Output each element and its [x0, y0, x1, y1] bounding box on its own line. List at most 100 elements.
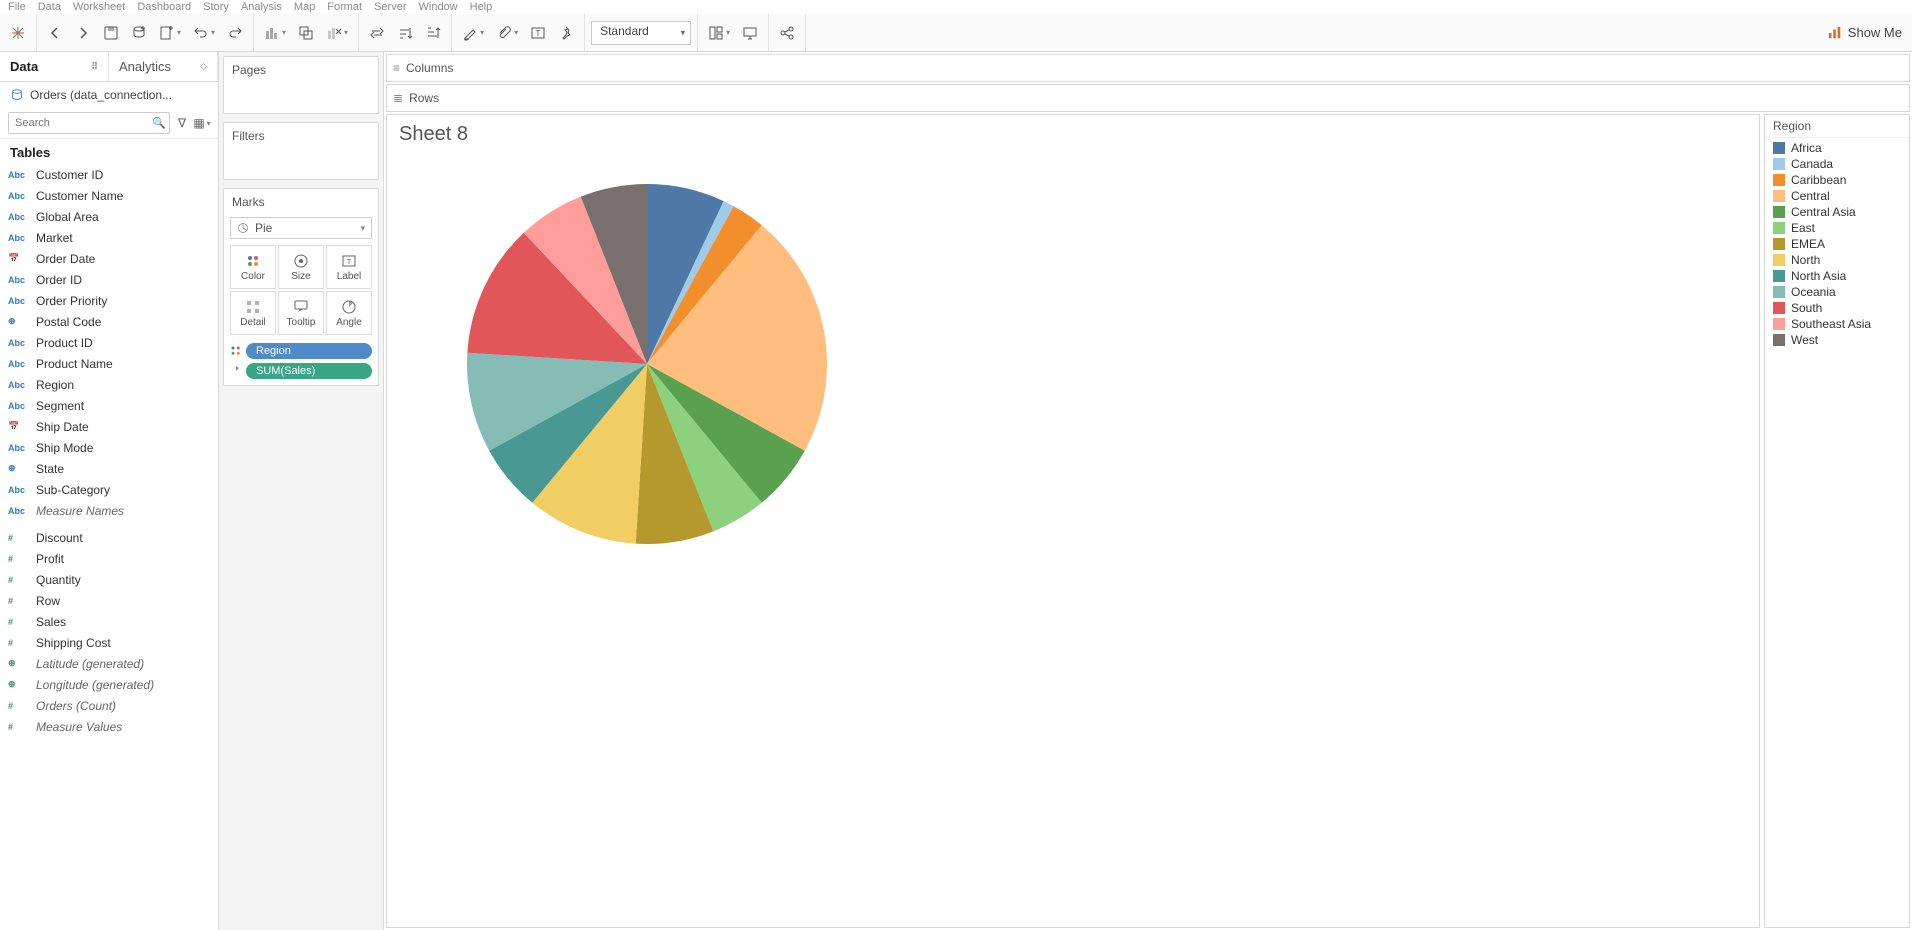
mark-type-select[interactable]: Pie — [230, 217, 372, 239]
new-sheet-icon[interactable]: ▾ — [155, 21, 185, 45]
legend-item-southeast-asia[interactable]: Southeast Asia — [1765, 316, 1909, 332]
field-ship-mode[interactable]: AbcShip Mode — [0, 437, 218, 458]
mark-detail[interactable]: Detail — [230, 291, 276, 335]
tab-analytics[interactable]: Analytics◇ — [109, 52, 218, 81]
field-profit[interactable]: #Profit — [0, 548, 218, 569]
tab-data[interactable]: Data⠿ — [0, 52, 109, 81]
legend-item-emea[interactable]: EMEA — [1765, 236, 1909, 252]
field-sub-category[interactable]: AbcSub-Category — [0, 479, 218, 500]
redo-icon[interactable] — [223, 21, 247, 45]
mark-size[interactable]: Size — [278, 245, 324, 289]
legend-item-north-asia[interactable]: North Asia — [1765, 268, 1909, 284]
field-measure-values[interactable]: #Measure Values — [0, 716, 218, 737]
filter-icon[interactable]: ∇ — [174, 115, 190, 131]
mark-color[interactable]: Color — [230, 245, 276, 289]
mark-tooltip[interactable]: Tooltip — [278, 291, 324, 335]
field-longitude-generated-[interactable]: ⊕Longitude (generated) — [0, 674, 218, 695]
legend-item-central-asia[interactable]: Central Asia — [1765, 204, 1909, 220]
field-order-date[interactable]: 📅Order Date — [0, 248, 218, 269]
menu-worksheet[interactable]: Worksheet — [73, 1, 125, 13]
attach-icon[interactable]: ▾ — [492, 21, 522, 45]
back-icon[interactable] — [43, 21, 67, 45]
columns-icon: ≡ — [393, 61, 400, 75]
field-list[interactable]: AbcCustomer IDAbcCustomer NameAbcGlobal … — [0, 164, 218, 930]
menu-format[interactable]: Format — [327, 1, 362, 13]
pill-sum-sales[interactable]: SUM(Sales) — [230, 363, 372, 379]
field-segment[interactable]: AbcSegment — [0, 395, 218, 416]
field-order-priority[interactable]: AbcOrder Priority — [0, 290, 218, 311]
forward-icon[interactable] — [71, 21, 95, 45]
pill-region[interactable]: Region — [230, 343, 372, 359]
view-icon[interactable]: ▦▾ — [194, 115, 210, 131]
mark-angle[interactable]: Angle — [326, 291, 372, 335]
legend-item-canada[interactable]: Canada — [1765, 156, 1909, 172]
field-latitude-generated-[interactable]: ⊕Latitude (generated) — [0, 653, 218, 674]
field-shipping-cost[interactable]: #Shipping Cost — [0, 632, 218, 653]
legend-item-east[interactable]: East — [1765, 220, 1909, 236]
rows-shelf[interactable]: ≣ Rows — [386, 84, 1910, 112]
field-product-name[interactable]: AbcProduct Name — [0, 353, 218, 374]
field-ship-date[interactable]: 📅Ship Date — [0, 416, 218, 437]
sort-asc-icon[interactable] — [393, 21, 417, 45]
field-postal-code[interactable]: ⊕Postal Code — [0, 311, 218, 332]
undo-icon[interactable]: ▾ — [189, 21, 219, 45]
new-datasource-icon[interactable] — [127, 21, 151, 45]
datasource-row[interactable]: Orders (data_connection... — [0, 82, 218, 108]
swap-axes-icon[interactable] — [365, 21, 389, 45]
menu-help[interactable]: Help — [470, 1, 493, 13]
field-state[interactable]: ⊕State — [0, 458, 218, 479]
tableau-logo-icon[interactable] — [6, 21, 30, 45]
field-sales[interactable]: #Sales — [0, 611, 218, 632]
pages-shelf[interactable]: Pages — [223, 56, 379, 114]
field-region[interactable]: AbcRegion — [0, 374, 218, 395]
menu-file[interactable]: File — [8, 1, 26, 13]
legend-item-west[interactable]: West — [1765, 332, 1909, 348]
duplicate-icon[interactable] — [294, 21, 318, 45]
clear-icon[interactable]: ▾ — [322, 21, 352, 45]
rows-icon: ≣ — [393, 91, 403, 105]
menu-server[interactable]: Server — [374, 1, 406, 13]
field-market[interactable]: AbcMarket — [0, 227, 218, 248]
field-global-area[interactable]: AbcGlobal Area — [0, 206, 218, 227]
menu-map[interactable]: Map — [294, 1, 315, 13]
show-me-button[interactable]: Show Me — [1818, 25, 1912, 40]
sort-desc-icon[interactable] — [421, 21, 445, 45]
menu-data[interactable]: Data — [38, 1, 61, 13]
legend-item-caribbean[interactable]: Caribbean — [1765, 172, 1909, 188]
field-orders-count-[interactable]: #Orders (Count) — [0, 695, 218, 716]
mark-label[interactable]: TLabel — [326, 245, 372, 289]
field-customer-name[interactable]: AbcCustomer Name — [0, 185, 218, 206]
pie-chart[interactable] — [437, 164, 857, 584]
filters-shelf[interactable]: Filters — [223, 122, 379, 180]
dashboard-icon[interactable]: ▾ — [704, 21, 734, 45]
field-measure-names[interactable]: AbcMeasure Names — [0, 500, 218, 521]
color-shelf-icon — [230, 345, 242, 357]
legend-item-oceania[interactable]: Oceania — [1765, 284, 1909, 300]
legend-item-africa[interactable]: Africa — [1765, 140, 1909, 156]
search-input[interactable]: 🔍 — [8, 112, 170, 134]
pin-icon[interactable] — [554, 21, 578, 45]
field-customer-id[interactable]: AbcCustomer ID — [0, 164, 218, 185]
presentation-icon[interactable] — [738, 21, 762, 45]
save-icon[interactable] — [99, 21, 123, 45]
highlight-icon[interactable]: ▾ — [458, 21, 488, 45]
columns-shelf[interactable]: ≡ Columns — [386, 54, 1910, 82]
svg-text:T: T — [347, 259, 352, 266]
fit-select[interactable]: Standard — [591, 21, 691, 45]
menu-dashboard[interactable]: Dashboard — [137, 1, 191, 13]
menu-window[interactable]: Window — [419, 1, 458, 13]
field-discount[interactable]: #Discount — [0, 527, 218, 548]
menu-analysis[interactable]: Analysis — [241, 1, 282, 13]
sheet-title[interactable]: Sheet 8 — [387, 115, 1759, 154]
swap-icon[interactable]: ▾ — [260, 21, 290, 45]
legend-item-south[interactable]: South — [1765, 300, 1909, 316]
field-quantity[interactable]: #Quantity — [0, 569, 218, 590]
menu-story[interactable]: Story — [203, 1, 229, 13]
legend-item-central[interactable]: Central — [1765, 188, 1909, 204]
legend-item-north[interactable]: North — [1765, 252, 1909, 268]
field-product-id[interactable]: AbcProduct ID — [0, 332, 218, 353]
field-order-id[interactable]: AbcOrder ID — [0, 269, 218, 290]
field-row[interactable]: #Row — [0, 590, 218, 611]
label-icon[interactable]: T — [526, 21, 550, 45]
share-icon[interactable] — [775, 21, 799, 45]
